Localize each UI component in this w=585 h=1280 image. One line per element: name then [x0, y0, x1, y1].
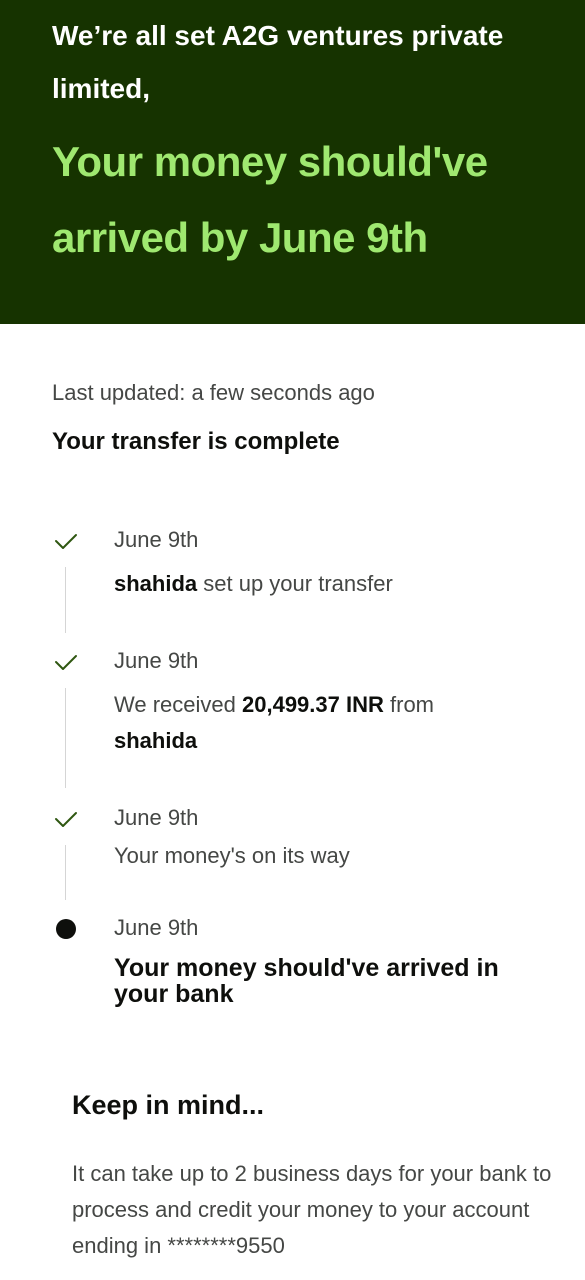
step-description: Your money's on its way — [114, 843, 350, 868]
step-description: shahida set up your transfer — [114, 571, 393, 596]
timeline-connector — [65, 567, 66, 633]
step-date: June 9th — [114, 915, 199, 940]
hero-banner: We’re all set A2G ventures private limit… — [0, 0, 585, 324]
last-updated-text: Last updated: a few seconds ago — [52, 380, 375, 405]
step-date: June 9th — [114, 805, 199, 830]
sender-name: shahida — [114, 728, 198, 753]
step-date: June 9th — [114, 527, 199, 552]
keep-in-mind-body: It can take up to 2 business days for yo… — [72, 1161, 552, 1258]
check-icon — [50, 803, 82, 835]
timeline-connector — [65, 688, 66, 788]
check-icon — [50, 525, 82, 557]
timeline-connector — [65, 845, 66, 900]
received-amount: 20,499.37 INR — [242, 692, 384, 717]
transfer-status-title: Your transfer is complete — [52, 428, 340, 455]
dot-icon — [56, 919, 76, 939]
hero-headline: Your money should've arrived by June 9th — [52, 138, 488, 261]
step-description: Your money should've arrived in your ban… — [114, 954, 499, 1008]
sender-name: shahida — [114, 571, 198, 596]
step-description: We received 20,499.37 INR from shahida — [114, 692, 434, 753]
hero-greeting: We’re all set A2G ventures private limit… — [52, 20, 504, 104]
step-date: June 9th — [114, 648, 199, 673]
keep-in-mind-title: Keep in mind... — [72, 1090, 265, 1120]
check-icon — [50, 646, 82, 678]
